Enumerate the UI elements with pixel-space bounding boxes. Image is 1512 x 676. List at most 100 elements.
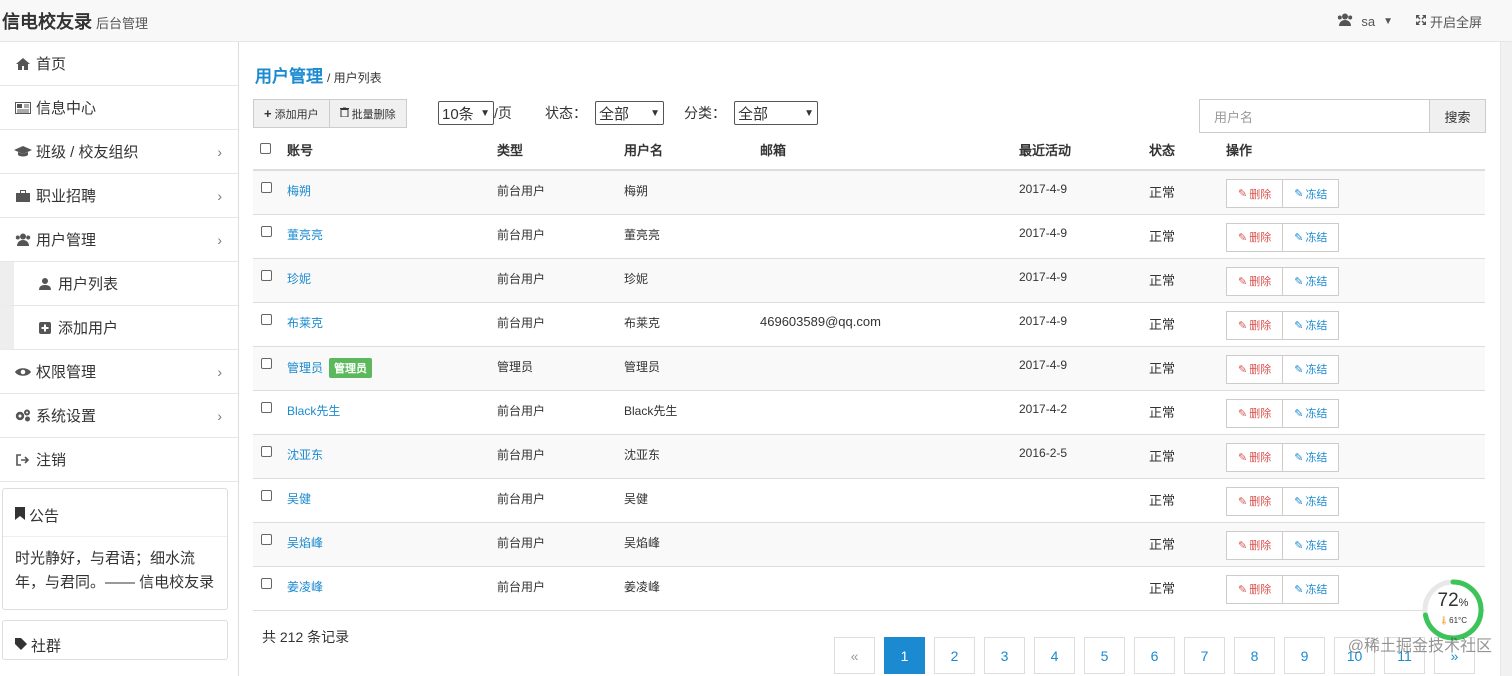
delete-button[interactable]: ✎ 删除 (1226, 574, 1284, 604)
sidebar-item-info-center[interactable]: 信息中心 (0, 86, 238, 130)
page-2[interactable]: 2 (934, 637, 975, 674)
col-account[interactable]: 账号 (283, 130, 493, 171)
account-link[interactable]: 梅朔 (287, 184, 311, 198)
username-cell: 董亮亮 (620, 214, 756, 259)
col-type[interactable]: 类型 (493, 130, 620, 171)
page-6[interactable]: 6 (1134, 637, 1175, 674)
page-8[interactable]: 8 (1234, 637, 1275, 674)
row-checkbox[interactable] (261, 445, 272, 457)
sidebar-item-label: 添加用户 (58, 320, 119, 337)
search-button[interactable]: 搜索 (1430, 99, 1486, 133)
row-checkbox[interactable] (261, 313, 272, 325)
add-user-button[interactable]: + 添加用户 (253, 99, 330, 128)
row-checkbox[interactable] (261, 225, 272, 237)
row-select-cell (253, 258, 283, 303)
page-size-select[interactable]: 10条 ▼ (438, 101, 494, 125)
account-link[interactable]: 珍妮 (287, 272, 311, 286)
row-checkbox[interactable] (261, 269, 272, 281)
fullscreen-button[interactable]: 开启全屏 (1415, 12, 1482, 31)
delete-button[interactable]: ✎ 删除 (1226, 486, 1284, 516)
last-active-cell (1015, 478, 1145, 523)
freeze-button[interactable]: ✎ 冻结 (1283, 266, 1340, 296)
page-5[interactable]: 5 (1084, 637, 1125, 674)
freeze-button[interactable]: ✎ 冻结 (1283, 398, 1340, 428)
user-menu[interactable]: sa ▼ (1337, 13, 1393, 29)
account-link[interactable]: 吴健 (287, 492, 311, 506)
row-checkbox[interactable] (261, 489, 272, 501)
col-username[interactable]: 用户名 (620, 130, 756, 171)
category-select[interactable]: 全部 ▼ (734, 101, 818, 125)
row-checkbox[interactable] (261, 577, 272, 589)
page-7[interactable]: 7 (1184, 637, 1225, 674)
sidebar-item-jobs[interactable]: 职业招聘 › (0, 174, 238, 218)
row-checkbox[interactable] (261, 357, 272, 369)
type-cell: 前台用户 (493, 170, 620, 215)
delete-button[interactable]: ✎ 删除 (1226, 398, 1284, 428)
freeze-button[interactable]: ✎ 冻结 (1283, 530, 1340, 560)
account-link[interactable]: 吴焰峰 (287, 536, 323, 550)
row-checkbox[interactable] (261, 533, 272, 545)
freeze-button[interactable]: ✎ 冻结 (1283, 486, 1340, 516)
freeze-button[interactable]: ✎ 冻结 (1283, 310, 1340, 340)
freeze-button[interactable]: ✎ 冻结 (1283, 354, 1340, 384)
col-email[interactable]: 邮箱 (756, 130, 1015, 171)
col-last-active[interactable]: 最近活动 (1015, 130, 1145, 171)
page-4[interactable]: 4 (1034, 637, 1075, 674)
page-prev[interactable]: « (834, 637, 875, 674)
page-3[interactable]: 3 (984, 637, 1025, 674)
row-select-cell (253, 390, 283, 435)
search-box: 用户名 搜索 (1199, 99, 1486, 133)
status-cell: 正常 (1145, 478, 1222, 523)
username-cell: Black先生 (620, 390, 756, 435)
account-link[interactable]: 管理员 (287, 361, 323, 375)
col-status[interactable]: 状态 (1145, 130, 1222, 171)
status-select[interactable]: 全部 ▼ (595, 101, 664, 125)
last-active-cell: 2017-4-9 (1015, 214, 1145, 259)
account-link[interactable]: Black先生 (287, 404, 340, 418)
freeze-button[interactable]: ✎ 冻结 (1283, 222, 1340, 252)
page-9[interactable]: 9 (1284, 637, 1325, 674)
sidebar-item-home[interactable]: 首页 (0, 42, 238, 86)
row-checkbox[interactable] (261, 182, 272, 193)
delete-button[interactable]: ✎ 删除 (1226, 222, 1284, 252)
row-checkbox[interactable] (261, 401, 272, 413)
delete-button[interactable]: ✎ 删除 (1226, 266, 1284, 296)
sidebar-item-class-alumni[interactable]: 班级 / 校友组织 › (0, 130, 238, 174)
account-link[interactable]: 姜凌峰 (287, 580, 323, 594)
scrollbar[interactable] (1500, 42, 1512, 676)
sidebar-item-user-management[interactable]: 用户管理 › (0, 218, 238, 262)
delete-button[interactable]: ✎ 删除 (1226, 310, 1284, 340)
account-link[interactable]: 董亮亮 (287, 228, 323, 242)
delete-label: 删除 (1249, 364, 1272, 376)
sidebar-item-permissions[interactable]: 权限管理 › (0, 350, 238, 394)
account-link[interactable]: 沈亚东 (287, 448, 323, 462)
batch-delete-button[interactable]: 批量删除 (329, 99, 407, 128)
delete-button[interactable]: ✎ 删除 (1226, 354, 1284, 384)
freeze-button[interactable]: ✎ 冻结 (1283, 574, 1340, 604)
email-cell (756, 566, 1015, 611)
sidebar-item-label: 注销 (36, 452, 67, 469)
freeze-button[interactable]: ✎ 冻结 (1283, 442, 1340, 472)
select-all-checkbox[interactable] (260, 143, 271, 154)
gauge-unit: % (1458, 597, 1469, 609)
freeze-button[interactable]: ✎ 冻结 (1283, 179, 1340, 208)
sidebar-item-logout[interactable]: 注销 (0, 438, 238, 482)
top-bar: 信电校友录 后台管理 sa ▼ 开启全屏 (0, 0, 1512, 42)
row-select-cell (253, 434, 283, 479)
total-records: 共 212 条记录 (262, 629, 350, 645)
sidebar-item-add-user[interactable]: 添加用户 (0, 306, 238, 350)
brand[interactable]: 信电校友录 后台管理 (2, 8, 148, 34)
notice-panel: 公告 时光静好，与君语；细水流年，与君同。—— 信电校友录 (2, 488, 228, 610)
sidebar-item-user-list[interactable]: 用户列表 (0, 262, 238, 306)
edit-icon: ✎ (1238, 231, 1248, 244)
delete-button[interactable]: ✎ 删除 (1226, 442, 1284, 472)
sidebar-item-system-settings[interactable]: 系统设置 › (0, 394, 238, 438)
search-input[interactable]: 用户名 (1199, 99, 1430, 133)
delete-button[interactable]: ✎ 删除 (1226, 530, 1284, 560)
table-row: 布莱克 前台用户 布莱克 469603589@qq.com 2017-4-9 正常 ✎ 删除 ✎… (253, 302, 1485, 347)
eye-icon (14, 367, 32, 377)
caret-down-icon: ▼ (1383, 15, 1393, 27)
account-link[interactable]: 布莱克 (287, 316, 323, 330)
page-1[interactable]: 1 (884, 637, 925, 674)
delete-button[interactable]: ✎ 删除 (1226, 179, 1284, 208)
